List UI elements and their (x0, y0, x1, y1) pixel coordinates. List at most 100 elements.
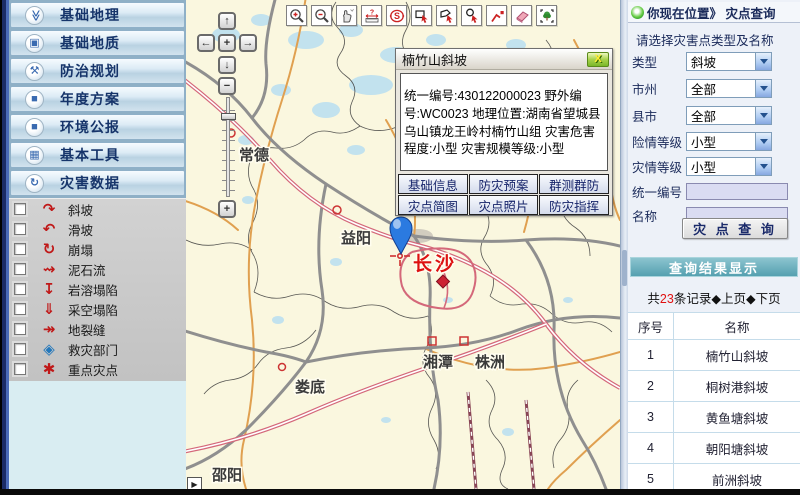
city-select[interactable]: 全部 (686, 79, 772, 98)
group-monitoring-button[interactable]: 群测群防 (539, 174, 609, 194)
city-label-xiangtan: 湘潭 (423, 353, 453, 371)
scale-button[interactable]: S (386, 5, 407, 26)
sidebar-item-prevention-planning[interactable]: ⚒ 防治规划 (10, 58, 185, 84)
rect-select-button[interactable] (411, 5, 432, 26)
form-title: 请选择灾害点类型及名称 (636, 30, 774, 49)
pan-button[interactable] (336, 5, 357, 26)
ground-fissure-checkbox[interactable] (14, 323, 26, 335)
layer-row-rescue-department[interactable]: ◈ 救灾部门 (9, 339, 186, 359)
location-dot-icon (631, 6, 644, 19)
zoom-slider-handle[interactable] (221, 113, 236, 120)
layer-row-debris-flow[interactable]: ⇝ 泥石流 (9, 259, 186, 279)
disaster-sketch-button[interactable]: 灾点简图 (398, 195, 468, 215)
name-label: 名称 (632, 206, 686, 225)
collapse-panel-button[interactable]: ▶ (187, 477, 202, 489)
legend-tree-button[interactable] (536, 5, 557, 26)
landslide-checkbox[interactable] (14, 223, 26, 235)
debris-flow-checkbox[interactable] (14, 263, 26, 275)
zoom-minus-button[interactable]: − (218, 77, 236, 95)
layer-row-ground-fissure[interactable]: ↠ 地裂缝 (9, 319, 186, 339)
mining-collapse-checkbox[interactable] (14, 303, 26, 315)
table-row[interactable]: 1 楠竹山斜坡 (628, 339, 800, 370)
splitter-grip[interactable] (622, 250, 627, 286)
risk-level-select[interactable]: 小型 (686, 132, 772, 151)
collapse-icon: ↻ (36, 242, 62, 257)
city-label-changde: 常德 (239, 146, 269, 164)
measure-button[interactable]: ? (361, 5, 382, 26)
eraser-button[interactable] (511, 5, 532, 26)
unified-id-label: 统一编号 (632, 182, 686, 201)
karst-collapse-checkbox[interactable] (14, 283, 26, 295)
svg-text:?: ? (369, 9, 373, 16)
close-icon[interactable]: X (587, 52, 609, 67)
column-header-name: 名称 (674, 313, 800, 339)
city-label-shaoyang: 邵阳 (211, 467, 242, 484)
polygon-select-button[interactable] (436, 5, 457, 26)
chevron-down-icon (755, 53, 771, 70)
county-label: 县市 (632, 106, 686, 125)
zoom-slider[interactable] (222, 97, 235, 197)
disaster-photo-button[interactable]: 灾点照片 (469, 195, 539, 215)
zoom-out-button[interactable] (311, 5, 332, 26)
diamond-icon: ◆ (711, 292, 721, 306)
city-label-yiyang: 益阳 (341, 229, 371, 247)
prev-page-link[interactable]: 上页 (721, 292, 746, 306)
zoom-in-button[interactable] (286, 5, 307, 26)
city-label-zhuzhou: 株洲 (475, 353, 505, 371)
sidebar-item-environment-bulletin[interactable]: ■ 环境公报 (10, 114, 185, 140)
disaster-level-select[interactable]: 小型 (686, 157, 772, 176)
debris-flow-icon: ⇝ (36, 262, 62, 277)
refresh-icon: ↻ (25, 174, 44, 193)
risk-level-label: 险情等级 (632, 132, 686, 151)
next-page-link[interactable]: 下页 (756, 292, 781, 306)
basic-info-button[interactable]: 基础信息 (398, 174, 468, 194)
prevention-command-button[interactable]: 防灾指挥 (539, 195, 609, 215)
key-disaster-points-icon: ✱ (36, 362, 62, 377)
prevention-plan-button[interactable]: 防灾预案 (469, 174, 539, 194)
circle-select-icon (464, 8, 480, 24)
table-row[interactable]: 2 桐树港斜坡 (628, 370, 800, 401)
sidebar-item-basic-geology[interactable]: ▣ 基础地质 (10, 30, 185, 56)
landslide-icon: ↶ (36, 222, 62, 237)
layer-row-karst-collapse[interactable]: ↧ 岩溶塌陷 (9, 279, 186, 299)
layer-row-key-disaster-points[interactable]: ✱ 重点灾点 (9, 359, 186, 379)
double-chevron-down-icon: ≫ (25, 6, 44, 25)
unified-id-input[interactable] (686, 183, 788, 200)
pan-down-button[interactable]: ↓ (218, 56, 236, 74)
county-select[interactable]: 全部 (686, 106, 772, 125)
popup-title: 楠竹山斜坡 (402, 50, 467, 69)
sidebar-item-basic-tools[interactable]: ▦ 基本工具 (10, 142, 185, 168)
layer-row-mining-collapse[interactable]: ⇓ 采空塌陷 (9, 299, 186, 319)
query-panel: 你现在位置》 灾点查询 请选择灾害点类型及名称 类型 斜坡 市州 全部 县市 全… (628, 0, 800, 492)
type-label: 类型 (632, 52, 686, 71)
type-select[interactable]: 斜坡 (686, 52, 772, 71)
zoom-plus-button[interactable]: + (218, 200, 236, 218)
table-row[interactable]: 3 黄鱼塘斜坡 (628, 401, 800, 432)
layer-row-landslide[interactable]: ↶ 滑坡 (9, 219, 186, 239)
pan-up-button[interactable]: ↑ (218, 12, 236, 30)
layer-row-slope[interactable]: ↷ 斜坡 (9, 199, 186, 219)
sidebar-item-annual-plan[interactable]: ■ 年度方案 (10, 86, 185, 112)
popup-title-bar[interactable]: 楠竹山斜坡 X (396, 49, 612, 70)
sidebar-item-disaster-data[interactable]: ↻ 灾害数据 (10, 170, 185, 196)
collapse-checkbox[interactable] (14, 243, 26, 255)
pan-hand-icon (339, 8, 355, 24)
table-row[interactable]: 4 朝阳塘斜坡 (628, 432, 800, 463)
pan-left-button[interactable]: ← (197, 34, 215, 52)
slope-checkbox[interactable] (14, 203, 26, 215)
rescue-department-checkbox[interactable] (14, 343, 26, 355)
panel-splitter[interactable] (620, 0, 628, 489)
breadcrumb: 你现在位置》 灾点查询 (628, 2, 800, 23)
pan-right-button[interactable]: → (239, 34, 257, 52)
circle-select-button[interactable] (461, 5, 482, 26)
popup-buttons: 基础信息 防灾预案 群测群防 灾点简图 灾点照片 防灾指挥 (398, 174, 610, 216)
eraser-icon (514, 8, 530, 24)
query-button[interactable]: 灾 点 查 询 (682, 218, 788, 239)
ground-fissure-icon: ↠ (36, 322, 62, 337)
key-disaster-points-checkbox[interactable] (14, 363, 26, 375)
pan-center-button[interactable]: + (218, 34, 236, 52)
sidebar-item-basic-geography[interactable]: ≫ 基础地理 (10, 2, 185, 28)
layer-row-collapse[interactable]: ↻ 崩塌 (9, 239, 186, 259)
map-canvas[interactable]: 常德 益阳 长沙 湘潭 株洲 娄底 邵阳 ? S (186, 0, 620, 489)
draw-line-button[interactable] (486, 5, 507, 26)
